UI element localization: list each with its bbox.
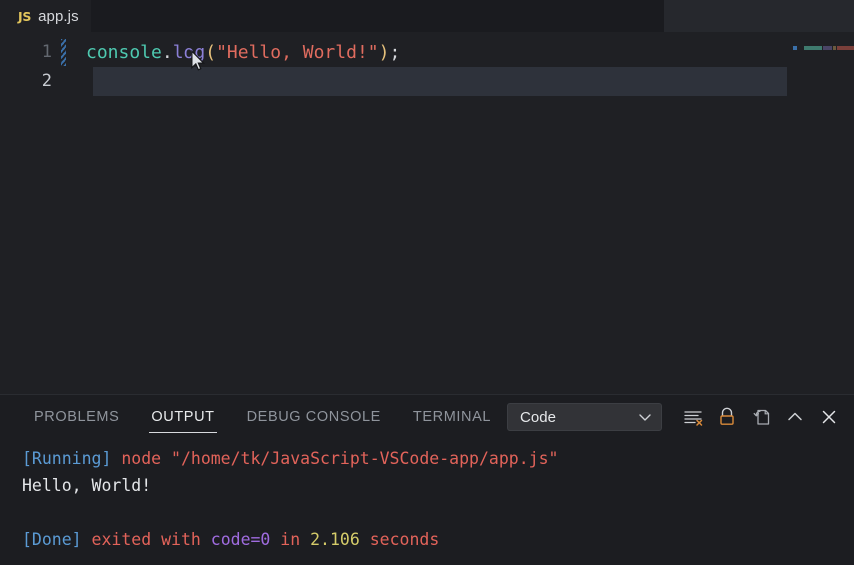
output-segment-3-6: seconds: [359, 530, 440, 549]
minimap-block-1: [798, 46, 803, 50]
close-panel-button[interactable]: [812, 400, 846, 434]
clear-output-icon: [684, 411, 703, 426]
minimap-line-1: [793, 46, 854, 50]
panel-tab-list: PROBLEMS OUTPUT DEBUG CONSOLE TERMINAL: [18, 395, 507, 439]
vscode-window: JS app.js 1 console.log("Hello, World!")…: [0, 0, 854, 565]
token-semicolon: ;: [389, 42, 401, 63]
lock-scroll-button[interactable]: [710, 400, 744, 434]
output-segment-1-0: Hello, World!: [22, 476, 152, 495]
open-in-editor-icon: [753, 409, 770, 425]
maximize-panel-icon: [788, 412, 802, 421]
output-line-2: [22, 499, 854, 526]
editor-minimap[interactable]: [788, 32, 854, 394]
open-in-editor-button[interactable]: [744, 400, 778, 434]
close-panel-icon: [822, 410, 836, 424]
js-file-icon: JS: [18, 9, 32, 24]
editor-tab-app-js[interactable]: JS app.js: [0, 0, 91, 32]
editor-tab-bar: JS app.js: [0, 0, 854, 32]
output-line-0: [Running] node "/home/tk/JavaScript-VSCo…: [22, 445, 854, 472]
maximize-panel-button[interactable]: [778, 400, 812, 434]
output-segment-3-2: exited with: [91, 530, 211, 549]
token-string: "Hello, World!": [216, 42, 379, 63]
token-log: log: [172, 42, 206, 63]
output-content[interactable]: [Running] node "/home/tk/JavaScript-VSCo…: [0, 439, 854, 565]
clear-output-button[interactable]: [676, 400, 710, 434]
minimap-block-5: [837, 46, 854, 50]
code-line-2[interactable]: 2: [0, 67, 854, 96]
output-segment-0-0: [Running]: [22, 449, 112, 468]
bottom-panel: PROBLEMS OUTPUT DEBUG CONSOLE TERMINAL C…: [0, 394, 854, 565]
chevron-down-icon: [639, 414, 651, 421]
output-segment-3-0: [Done]: [22, 530, 82, 549]
output-line-1: Hello, World!: [22, 472, 854, 499]
panel-tab-output-label: OUTPUT: [151, 409, 215, 425]
token-open-paren: (: [205, 42, 217, 63]
output-segment-0-1: [111, 449, 121, 468]
panel-tab-terminal[interactable]: TERMINAL: [397, 395, 507, 439]
output-segment-0-2: node "/home/tk/JavaScript-VSCode-app/app…: [121, 449, 559, 468]
minimap-block-0: [793, 46, 797, 50]
minimap-block-4: [833, 46, 836, 50]
tab-bar-empty-space: [90, 0, 664, 32]
panel-tab-problems[interactable]: PROBLEMS: [18, 395, 135, 439]
panel-tab-debug-console[interactable]: DEBUG CONSOLE: [231, 395, 397, 439]
line-number-1: 1: [41, 42, 52, 62]
code-line-1[interactable]: 1 console.log("Hello, World!");: [0, 38, 854, 67]
line-number-2: 2: [41, 71, 52, 91]
line-selection-highlight: [93, 67, 787, 96]
code-lines: 1 console.log("Hello, World!"); 2: [0, 38, 854, 96]
output-segment-3-1: [82, 530, 92, 549]
output-segment-3-3: code=0: [210, 530, 271, 549]
token-dot: .: [161, 42, 173, 63]
minimap-block-3: [823, 46, 832, 50]
token-close-paren: ): [378, 42, 390, 63]
output-segment-3-5: 2.106: [310, 530, 360, 549]
tab-bar-overlay-region: [664, 0, 854, 32]
token-console: console: [86, 42, 162, 63]
panel-actions: Code: [507, 400, 846, 434]
panel-tab-output[interactable]: OUTPUT: [135, 395, 230, 439]
lock-scroll-icon: [720, 407, 734, 425]
code-editor[interactable]: 1 console.log("Hello, World!"); 2: [0, 32, 854, 394]
panel-header: PROBLEMS OUTPUT DEBUG CONSOLE TERMINAL C…: [0, 395, 854, 439]
output-segment-3-4: in: [270, 530, 311, 549]
panel-tab-problems-label: PROBLEMS: [34, 409, 120, 425]
diff-modified-marker: [61, 39, 66, 66]
output-channel-select[interactable]: Code: [507, 403, 663, 431]
minimap-block-2: [804, 46, 822, 50]
panel-tab-terminal-label: TERMINAL: [412, 409, 492, 425]
output-line-3: [Done] exited with code=0 in 2.106 secon…: [22, 526, 854, 553]
editor-tab-label: app.js: [38, 8, 79, 25]
code-line-1-text: console.log("Hello, World!");: [58, 38, 400, 67]
panel-tab-debug-console-label: DEBUG CONSOLE: [246, 409, 381, 425]
output-channel-value: Code: [520, 408, 556, 426]
